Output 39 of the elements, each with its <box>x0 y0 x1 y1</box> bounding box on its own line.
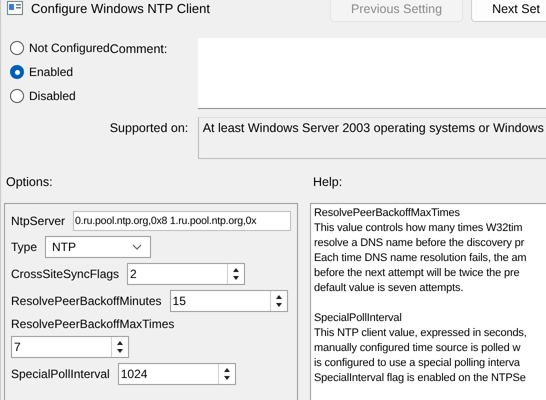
option-label: SpecialPollInterval <box>11 367 110 381</box>
supported-on-field: At least Windows Server 2003 operating systems or Windows <box>198 117 546 159</box>
help-text-line: SpecialPollInterval <box>314 312 402 324</box>
option-label: CrossSiteSyncFlags <box>11 267 120 281</box>
options-label: Options: <box>6 175 54 189</box>
help-text-line: Each time DNS name resolution fails, the am <box>314 252 526 264</box>
comment-field[interactable] <box>198 38 546 109</box>
option-label: Type <box>11 240 38 254</box>
policy-icon <box>7 1 23 15</box>
spin-field[interactable]: 2 <box>127 263 246 285</box>
radio-button[interactable] <box>10 65 24 79</box>
radio-label: Enabled <box>29 65 74 79</box>
spin-field[interactable]: 1024 <box>118 363 236 385</box>
help-label: Help: <box>313 175 342 189</box>
spin-field[interactable]: 7 <box>11 336 129 358</box>
radio-button[interactable] <box>10 41 24 55</box>
radio-label: Not Configured <box>29 41 110 55</box>
supported-on-label: Supported on: <box>110 120 190 137</box>
help-text-line: before the next attempt will be twice the pre <box>314 267 520 279</box>
help-text-line: ResolvePeerBackoffMaxTimes <box>314 207 460 219</box>
option-label: NtpServer <box>11 214 66 228</box>
option-label: ResolvePeerBackoffMaxTimes <box>11 317 174 331</box>
chevron-down-icon <box>132 244 142 250</box>
help-text-line: SpecialInterval flag is enabled on the NTPSe <box>314 372 526 384</box>
help-text-line: manually configured time source is polled w <box>314 342 520 354</box>
help-text-line: resolve a DNS name before the discovery pr <box>314 237 524 249</box>
comment-label: Comment: <box>110 41 168 58</box>
window-title: Configure Windows NTP Client <box>31 0 210 16</box>
help-text-line: This NTP client value, expressed in seconds, <box>314 327 527 339</box>
next-setting-button[interactable]: Next Set <box>471 0 546 22</box>
help-text-line: This value controls how many times W32tim <box>314 222 522 234</box>
option-label: ResolvePeerBackoffMinutes <box>11 294 162 308</box>
help-text-line: default value is seven attempts. <box>314 282 464 294</box>
spin-field[interactable]: 15 <box>170 290 288 312</box>
radio-label: Disabled <box>29 89 76 103</box>
text-field[interactable]: 0.ru.pool.ntp.org,0x8 1.ru.pool.ntp.org,0x <box>73 211 291 231</box>
type-dropdown[interactable]: NTP <box>45 236 152 258</box>
radio-button[interactable] <box>10 89 24 103</box>
help-text-line: is configured to use a special polling interva <box>314 357 520 369</box>
